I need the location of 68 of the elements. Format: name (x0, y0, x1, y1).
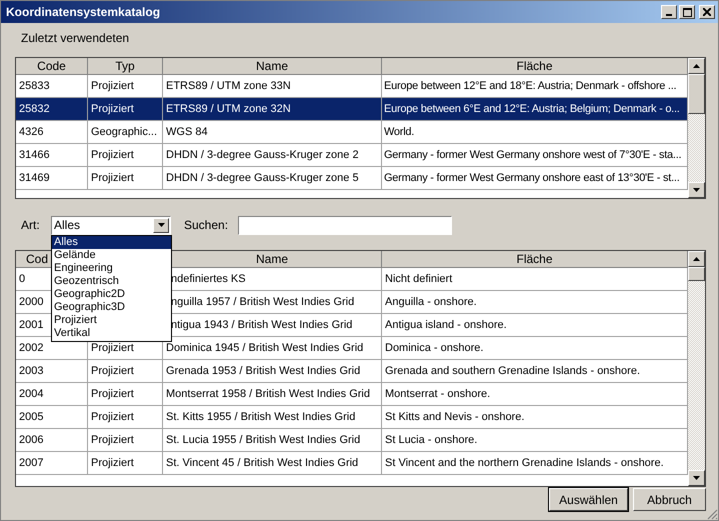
table-cell: Geographic... (88, 121, 163, 143)
column-header[interactable]: Cod (26, 252, 48, 266)
minimize-button[interactable] (661, 5, 677, 19)
table-cell: St. Kitts 1955 / British West Indies Grid (163, 406, 382, 428)
column-header[interactable]: Name (163, 58, 382, 74)
maximize-button[interactable] (679, 5, 695, 19)
scroll-up-button[interactable] (688, 58, 705, 74)
search-field[interactable] (238, 216, 452, 234)
scroll-thumb[interactable] (688, 267, 705, 281)
close-button[interactable] (699, 5, 715, 19)
section-label: Zuletzt verwendeten (21, 31, 130, 45)
up-arrow-icon (693, 64, 700, 68)
table-cell: Dominica 1945 / British West Indies Grid (163, 337, 382, 359)
table-cell: 25832 (16, 98, 88, 120)
search-label: Suchen: (184, 218, 230, 232)
down-arrow-icon (693, 188, 700, 192)
close-icon (703, 8, 711, 16)
column-header[interactable]: Typ (88, 58, 163, 74)
table-cell: Projiziert (88, 383, 163, 405)
table-cell: Projiziert (88, 360, 163, 382)
table-cell: 2007 (16, 452, 88, 474)
table-row[interactable]: 31469 Projiziert DHDN / 3-degree Gauss-Kruger zone 5 Germany - former West Germany onshore east of 13°30'E - st... (16, 167, 688, 190)
table-cell: DHDN / 3-degree Gauss-Kruger zone 2 (163, 144, 382, 166)
table-cell: Projiziert (88, 429, 163, 451)
table-cell: 2005 (16, 406, 88, 428)
table-row[interactable]: 31466 Projiziert DHDN / 3-degree Gauss-Kruger zone 2 Germany - former West Germany onshore west of 7°30'E - sta... (16, 144, 688, 167)
scroll-thumb[interactable] (688, 74, 705, 114)
column-header[interactable]: Name (163, 251, 382, 267)
maximize-icon (682, 8, 692, 16)
table-cell: 4326 (16, 121, 88, 143)
table-cell: Grenada 1953 / British West Indies Grid (163, 360, 382, 382)
table-row[interactable]: 4326 Geographic... WGS 84 World. (16, 121, 688, 144)
table-cell: 31466 (16, 144, 88, 166)
scrollbar[interactable] (688, 58, 705, 198)
scroll-up-button[interactable] (688, 251, 705, 267)
dropdown-option[interactable]: Alles (52, 236, 171, 249)
dialog-button[interactable]: Abbruch (633, 488, 706, 511)
table-cell: DHDN / 3-degree Gauss-Kruger zone 5 (163, 167, 382, 189)
scroll-down-button[interactable] (688, 182, 705, 198)
table-cell: Projiziert (88, 406, 163, 428)
up-arrow-icon (693, 257, 700, 261)
column-header[interactable]: Code (16, 58, 88, 74)
table-cell: 2004 (16, 383, 88, 405)
table-cell: St. Lucia 1955 / British West Indies Grid (163, 429, 382, 451)
table-cell: Projiziert (88, 75, 163, 97)
table-cell: Montserrat 1958 / British West Indies Grid (163, 383, 382, 405)
down-arrow-icon (693, 476, 700, 480)
table-cell: 31469 (16, 167, 88, 189)
table-cell: 2006 (16, 429, 88, 451)
table-cell: WGS 84 (163, 121, 382, 143)
table-cell: Projiziert (88, 144, 163, 166)
type-label: Art: (21, 218, 41, 232)
table-cell: St. Vincent 45 / British West Indies Grid (163, 452, 382, 474)
table-cell: Projiziert (88, 452, 163, 474)
table-cell: ETRS89 / UTM zone 33N (163, 75, 382, 97)
type-dropdown[interactable]: Alles (51, 216, 171, 234)
scroll-down-button[interactable] (688, 470, 705, 486)
table-cell: 2003 (16, 360, 88, 382)
table-cell: Projiziert (88, 98, 163, 120)
dialog-button[interactable]: Auswählen (549, 488, 628, 511)
table-cell: ETRS89 / UTM zone 32N (163, 98, 382, 120)
resize-grip-icon[interactable] (706, 508, 718, 520)
window-title: Koordinatensystemkatalog (6, 5, 160, 19)
caret-icon (158, 223, 164, 227)
scrollbar[interactable] (688, 251, 705, 486)
table-cell: Projiziert (88, 167, 163, 189)
table-cell: 25833 (16, 75, 88, 97)
table-row[interactable]: 25832 Projiziert ETRS89 / UTM zone 32N Europe between 6°E and 12°E: Austria; Belgium; Denmark - o... (16, 98, 688, 121)
